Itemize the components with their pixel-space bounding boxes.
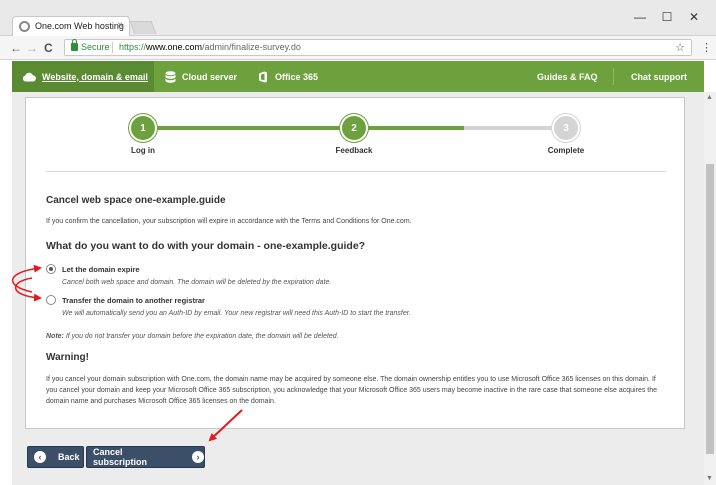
minimize-button[interactable]: — — [632, 10, 648, 24]
url-separator — [112, 42, 113, 53]
tab-title: One.com Web hosting — [35, 21, 124, 31]
bookmark-star-icon[interactable]: ☆ — [675, 41, 685, 54]
back-button-label: Back — [58, 452, 80, 462]
scroll-down-icon[interactable]: ▼ — [706, 475, 713, 482]
back-arrow-icon[interactable]: ← — [10, 41, 22, 55]
url-path: /admin/finalize-survey.do — [202, 42, 301, 52]
back-button[interactable]: ‹ Back — [27, 446, 84, 468]
back-chevron-icon: ‹ — [34, 451, 46, 463]
radio-transfer-domain[interactable] — [46, 295, 56, 305]
warning-heading: Warning! — [46, 352, 89, 363]
nav-guides-faq[interactable]: Guides & FAQ — [537, 61, 598, 92]
scroll-thumb[interactable] — [706, 164, 714, 454]
secure-label: Secure — [81, 42, 110, 52]
scrollbar[interactable]: ▲ ▼ — [704, 92, 716, 485]
option-transfer-description: We will automatically send you an Auth-I… — [62, 310, 411, 317]
step-3-label: Complete — [547, 146, 585, 155]
nav-label: Chat support — [631, 71, 687, 82]
step-1-label: Log in — [131, 146, 155, 155]
new-tab-button[interactable] — [129, 21, 157, 34]
nav-chat-support[interactable]: Chat support — [631, 61, 687, 92]
radio-let-domain-expire[interactable] — [46, 264, 56, 274]
steps-divider — [46, 171, 666, 172]
office-icon — [259, 71, 267, 82]
cancel-subscription-label: Cancel subscription — [93, 447, 148, 467]
close-window-button[interactable]: ✕ — [686, 10, 702, 24]
url-scheme: https:// — [119, 42, 147, 52]
url-text: https://www.one.com/admin/finalize-surve… — [119, 42, 301, 52]
nav-website-domain-email[interactable]: Website, domain & email — [12, 61, 154, 92]
nav-office-365[interactable]: Office 365 — [258, 61, 318, 92]
forward-chevron-icon: › — [192, 451, 204, 463]
site-navigation: Website, domain & email Cloud server Off… — [12, 61, 704, 92]
nav-label: Office 365 — [275, 71, 319, 82]
database-icon — [165, 70, 176, 83]
url-input[interactable]: Secure https://www.one.com/admin/finaliz… — [64, 39, 692, 56]
step-2-circle: 2 — [342, 116, 366, 140]
browser-titlebar: One.com Web hosting × — ☐ ✕ — [0, 0, 716, 36]
note-body: If you do not transfer your domain befor… — [65, 333, 339, 340]
step-1-circle: 1 — [131, 116, 155, 140]
cancel-text: If you confirm the cancellation, your su… — [46, 218, 412, 225]
nav-cloud-server[interactable]: Cloud server — [165, 61, 237, 92]
note-text: Note: If you do not transfer your domain… — [46, 333, 339, 340]
scroll-up-icon[interactable]: ▲ — [706, 94, 713, 101]
step-connector-half — [354, 126, 464, 130]
maximize-button[interactable]: ☐ — [659, 10, 675, 24]
cancel-subscription-button[interactable]: Cancel subscription › — [86, 446, 205, 468]
address-bar-row: ← → C Secure https://www.one.com/admin/f… — [0, 36, 716, 60]
warning-text: If you cancel your domain subscription w… — [46, 376, 658, 405]
browser-menu-icon[interactable]: ⋮ — [701, 41, 712, 54]
lock-icon — [71, 39, 78, 51]
cloud-icon — [22, 72, 36, 81]
nav-label: Guides & FAQ — [537, 71, 598, 82]
nav-label: Website, domain & email — [42, 71, 148, 82]
browser-tab[interactable]: One.com Web hosting × — [12, 16, 130, 36]
step-3-circle: 3 — [554, 116, 578, 140]
forward-arrow-icon[interactable]: → — [26, 41, 38, 55]
favicon-icon — [19, 21, 30, 32]
step-2-label: Feedback — [335, 146, 373, 155]
cancel-heading: Cancel web space one-example.guide — [46, 195, 226, 206]
domain-question: What do you want to do with your domain … — [46, 240, 366, 252]
tab-close-icon[interactable]: × — [117, 20, 123, 31]
nav-label: Cloud server — [182, 71, 238, 82]
nav-divider — [613, 68, 614, 85]
option-expire-description: Cancel both web space and domain. The do… — [62, 279, 332, 286]
reload-icon[interactable]: C — [44, 41, 53, 55]
option-transfer-title[interactable]: Transfer the domain to another registrar — [62, 296, 205, 305]
note-label: Note: — [46, 333, 64, 340]
option-expire-title[interactable]: Let the domain expire — [62, 265, 140, 274]
step-connector-pending — [464, 126, 566, 130]
url-host: www.one.com — [146, 42, 203, 52]
step-connector-done — [143, 126, 354, 130]
